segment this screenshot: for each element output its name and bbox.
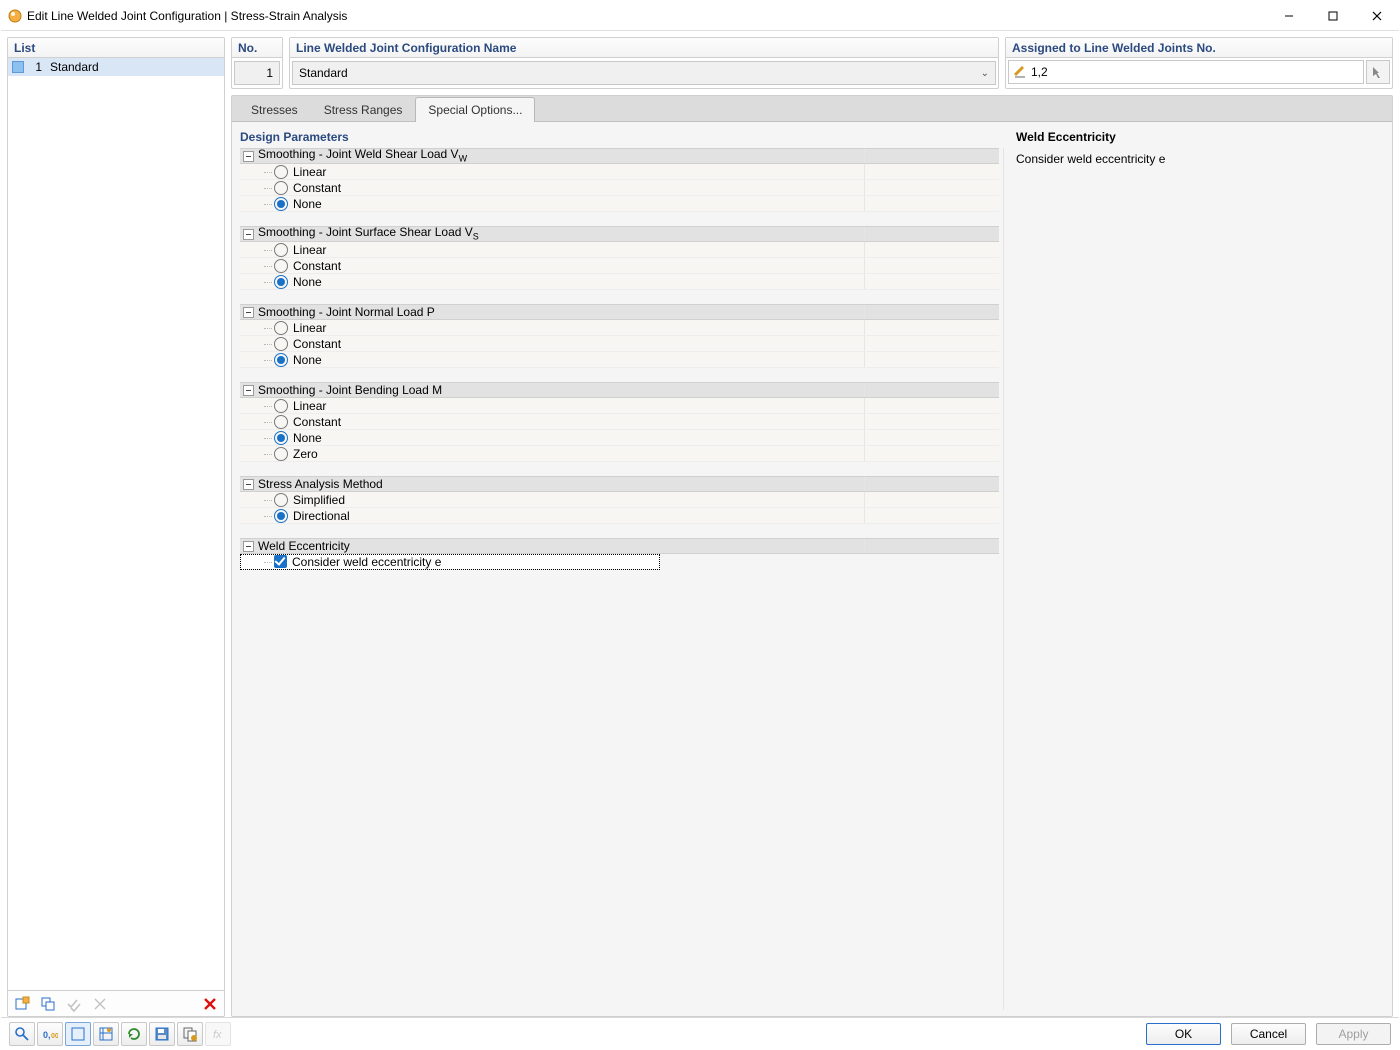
tab-stress-ranges[interactable]: Stress Ranges <box>311 97 416 122</box>
collapse-icon[interactable] <box>243 307 254 318</box>
name-combobox[interactable]: Standard ⌄ <box>292 61 996 85</box>
name-value: Standard <box>299 66 348 80</box>
help-title: Weld Eccentricity <box>1016 130 1380 144</box>
tab-special-options[interactable]: Special Options... <box>415 97 535 122</box>
list-panel: List 1 Standard <box>7 37 225 1017</box>
copy-settings-button[interactable] <box>177 1022 203 1046</box>
svg-text:0,: 0, <box>43 1030 51 1040</box>
name-header: Line Welded Joint Configuration Name <box>290 38 998 58</box>
close-button[interactable] <box>1355 1 1399 31</box>
list-item[interactable]: 1 Standard <box>8 58 224 76</box>
option-linear[interactable]: Linear <box>240 398 999 414</box>
option-none[interactable]: None <box>240 430 999 446</box>
check-all-button <box>62 993 86 1015</box>
save-template-button[interactable] <box>149 1022 175 1046</box>
pick-objects-button[interactable] <box>1366 60 1390 84</box>
option-linear[interactable]: Linear <box>240 320 999 336</box>
minimize-button[interactable] <box>1267 1 1311 31</box>
group-weld-eccentricity[interactable]: Weld Eccentricity <box>240 538 999 554</box>
list-item-icon <box>12 61 24 73</box>
option-constant[interactable]: Constant <box>240 414 999 430</box>
collapse-icon[interactable] <box>243 541 254 552</box>
checkbox-checked-icon <box>274 555 287 568</box>
configuration-list[interactable]: 1 Standard <box>8 58 224 990</box>
function-button: fx <box>205 1022 231 1046</box>
parameters-column: Design Parameters Smoothing - Joint Weld… <box>232 122 1004 1016</box>
ok-button[interactable]: OK <box>1146 1023 1221 1045</box>
list-header: List <box>8 38 224 58</box>
radio-icon <box>274 181 288 195</box>
option-linear[interactable]: Linear <box>240 164 999 180</box>
group-smoothing-surface-shear[interactable]: Smoothing - Joint Surface Shear Load VS <box>240 226 999 242</box>
right-area: No. Line Welded Joint Configuration Name… <box>231 37 1393 1017</box>
group-smoothing-bending-load[interactable]: Smoothing - Joint Bending Load M <box>240 382 999 398</box>
tabs-container: Stresses Stress Ranges Special Options..… <box>231 95 1393 1017</box>
parameter-grid[interactable]: Smoothing - Joint Weld Shear Load VW Lin… <box>240 148 1004 1010</box>
svg-text:00: 00 <box>51 1033 58 1040</box>
option-consider-eccentricity[interactable]: Consider weld eccentricity e <box>240 554 660 570</box>
apply-button: Apply <box>1316 1023 1391 1045</box>
help-text: Consider weld eccentricity e <box>1016 152 1380 166</box>
collapse-icon[interactable] <box>243 151 254 162</box>
option-simplified[interactable]: Simplified <box>240 492 999 508</box>
list-toolbar <box>8 990 224 1016</box>
window-title: Edit Line Welded Joint Configuration | S… <box>27 9 347 23</box>
group-stress-analysis-method[interactable]: Stress Analysis Method <box>240 476 999 492</box>
dialog-window: Edit Line Welded Joint Configuration | S… <box>0 0 1400 1050</box>
collapse-icon[interactable] <box>243 479 254 490</box>
weld-icon <box>1013 65 1027 79</box>
bottom-toolbar: 0,00 fx OK Cancel Apply <box>1 1017 1399 1049</box>
new-item-button[interactable] <box>10 993 34 1015</box>
maximize-button[interactable] <box>1311 1 1355 31</box>
number-input[interactable] <box>234 61 280 85</box>
units-button[interactable]: 0,00 <box>37 1022 63 1046</box>
option-constant[interactable]: Constant <box>240 336 999 352</box>
number-header: No. <box>232 38 282 58</box>
refresh-button[interactable] <box>121 1022 147 1046</box>
option-constant[interactable]: Constant <box>240 180 999 196</box>
section-title: Design Parameters <box>240 128 1004 148</box>
app-icon <box>7 8 23 24</box>
option-linear[interactable]: Linear <box>240 242 999 258</box>
collapse-icon[interactable] <box>243 385 254 396</box>
tab-stresses[interactable]: Stresses <box>238 97 311 122</box>
cancel-button[interactable]: Cancel <box>1231 1023 1306 1045</box>
radio-icon <box>274 165 288 179</box>
chevron-down-icon: ⌄ <box>981 68 989 79</box>
title-bar: Edit Line Welded Joint Configuration | S… <box>1 1 1399 31</box>
group-smoothing-weld-shear[interactable]: Smoothing - Joint Weld Shear Load VW <box>240 148 999 164</box>
delete-item-button[interactable] <box>198 993 222 1015</box>
option-none[interactable]: None <box>240 274 999 290</box>
tabs-strip: Stresses Stress Ranges Special Options..… <box>232 96 1392 122</box>
assigned-value: 1,2 <box>1031 65 1048 79</box>
option-zero[interactable]: Zero <box>240 446 999 462</box>
assigned-header: Assigned to Line Welded Joints No. <box>1006 38 1392 58</box>
help-panel: Weld Eccentricity Consider weld eccentri… <box>1004 122 1392 1016</box>
find-button[interactable] <box>9 1022 35 1046</box>
collapse-icon[interactable] <box>243 229 254 240</box>
copy-item-button[interactable] <box>36 993 60 1015</box>
option-none[interactable]: None <box>240 196 999 212</box>
assigned-field: Assigned to Line Welded Joints No. 1,2 <box>1005 37 1393 89</box>
option-none[interactable]: None <box>240 352 999 368</box>
svg-text:fx: fx <box>213 1029 222 1041</box>
group-smoothing-normal-load[interactable]: Smoothing - Joint Normal Load P <box>240 304 999 320</box>
view-mode-1-button[interactable] <box>65 1022 91 1046</box>
option-directional[interactable]: Directional <box>240 508 999 524</box>
assigned-input[interactable]: 1,2 <box>1008 60 1364 84</box>
list-item-number: 1 <box>28 60 46 74</box>
name-field: Line Welded Joint Configuration Name Sta… <box>289 37 999 89</box>
uncheck-all-button <box>88 993 112 1015</box>
number-field: No. <box>231 37 283 89</box>
radio-selected-icon <box>274 197 288 211</box>
list-item-label: Standard <box>50 60 99 74</box>
option-constant[interactable]: Constant <box>240 258 999 274</box>
view-mode-2-button[interactable] <box>93 1022 119 1046</box>
